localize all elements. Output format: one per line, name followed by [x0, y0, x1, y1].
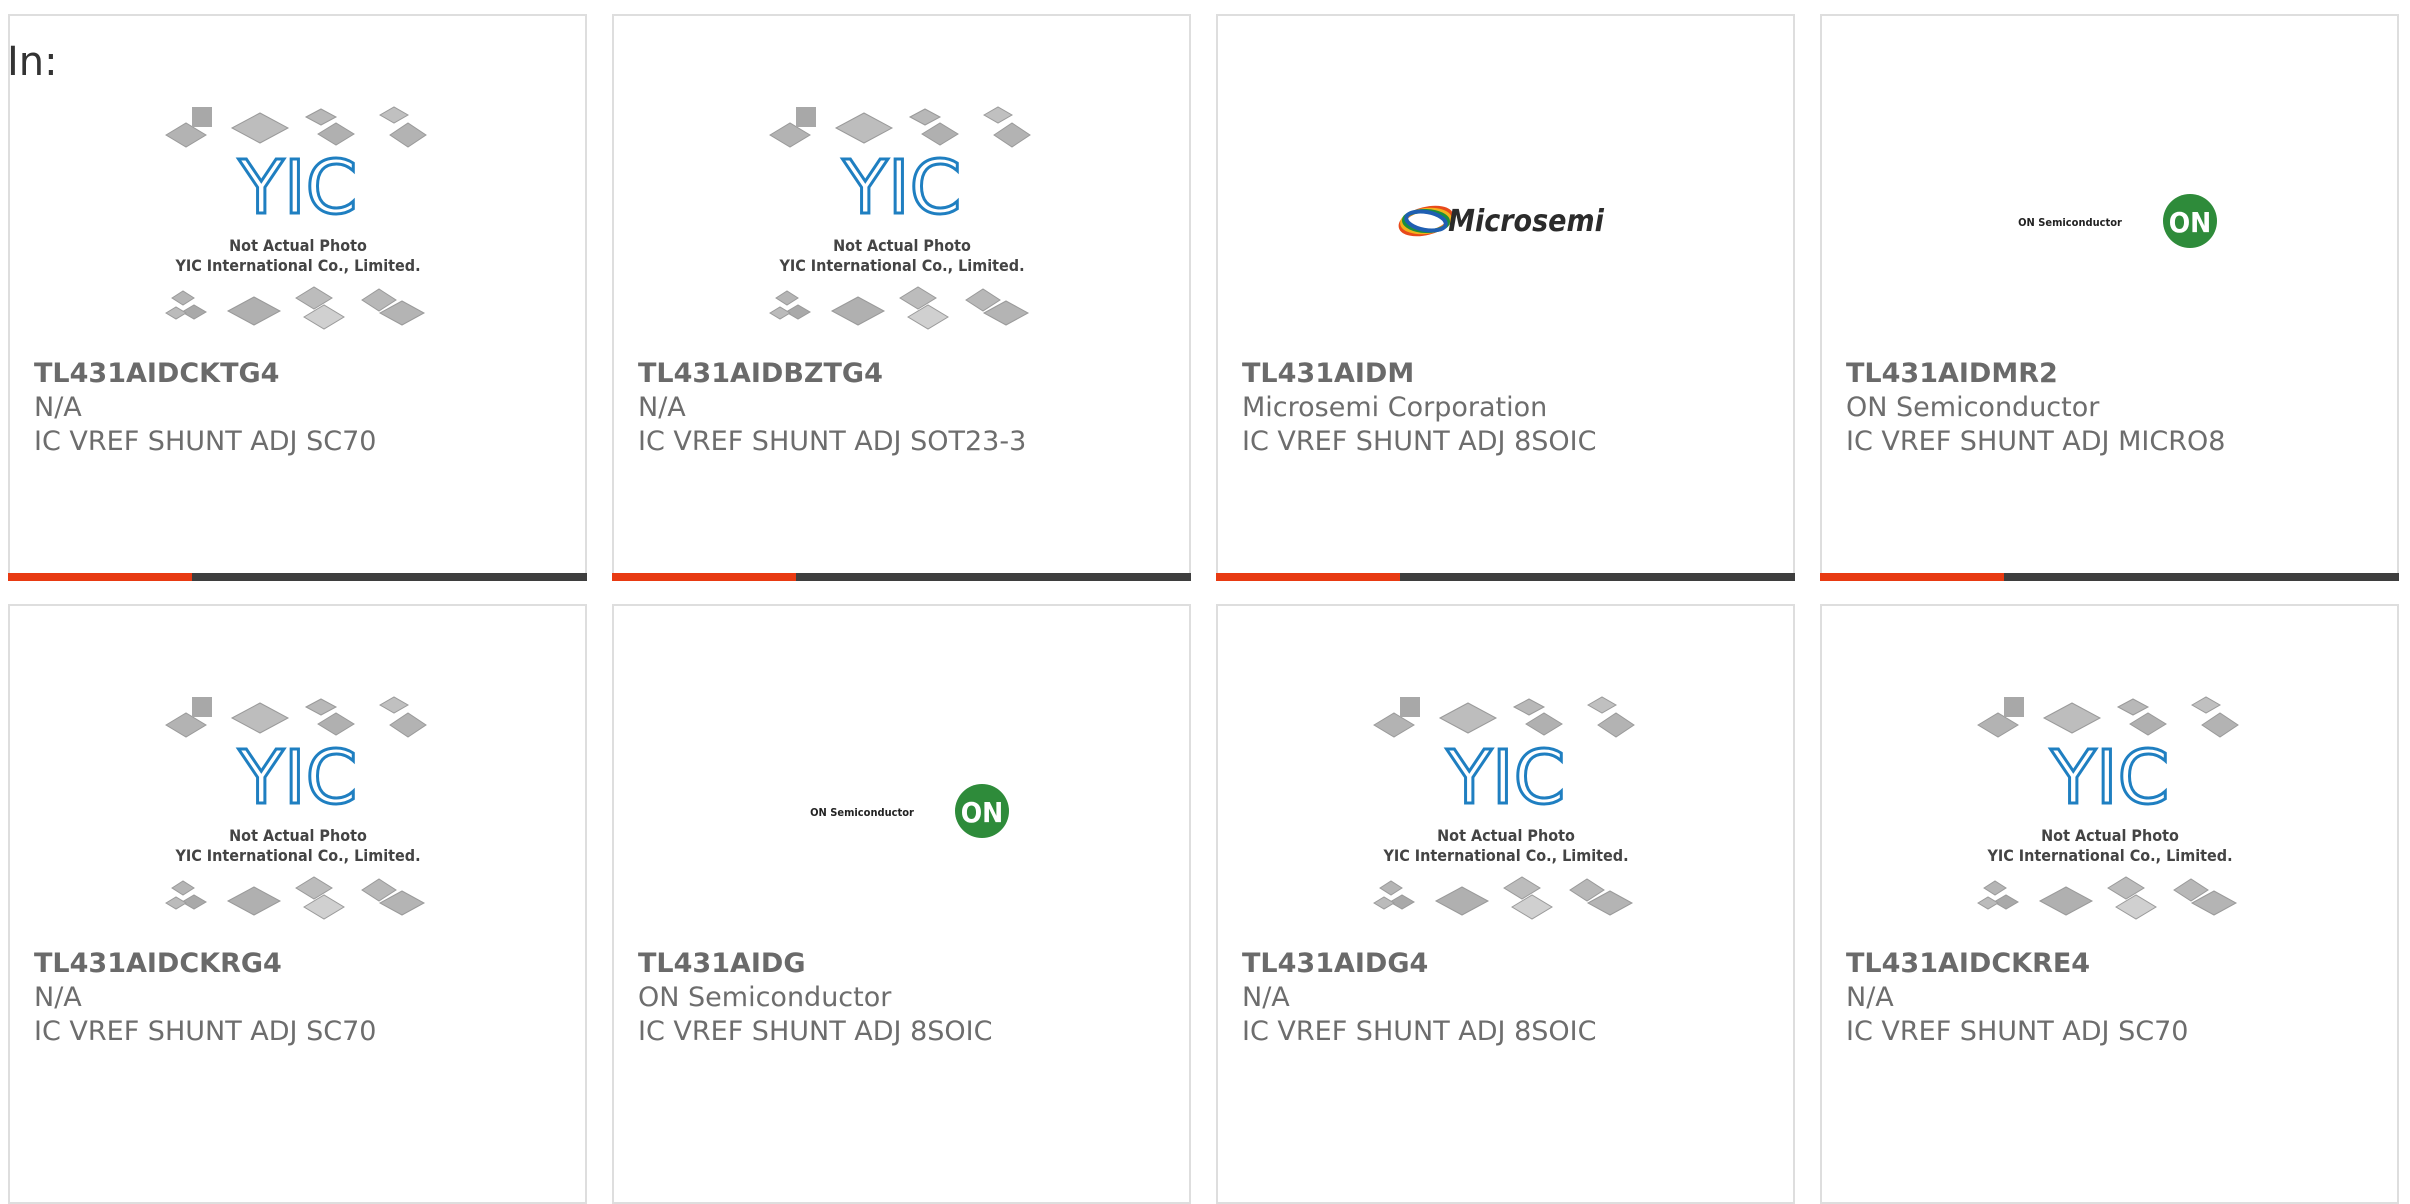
- product-image: YIC Not Actual Photo YIC International Co.…: [614, 96, 1189, 346]
- card-accent-bar: [8, 573, 192, 581]
- not-actual-photo-text: Not Actual Photo: [229, 826, 367, 845]
- description: IC VREF SHUNT ADJ 8SOIC: [638, 1016, 993, 1047]
- card-accent-bar: [612, 573, 796, 581]
- on-semi-wordmark: ON Semiconductor: [2018, 216, 2122, 229]
- microsemi-logo-text: Microsemi: [1448, 204, 1604, 239]
- description: IC VREF SHUNT ADJ SOT23-3: [638, 426, 1027, 457]
- manufacturer: N/A: [1242, 982, 1290, 1013]
- product-card[interactable]: YIC Not Actual Photo YIC International Co.…: [1820, 604, 2399, 1204]
- description: IC VREF SHUNT ADJ 8SOIC: [1242, 426, 1597, 457]
- part-number[interactable]: TL431AIDM: [1242, 357, 1596, 391]
- part-number[interactable]: TL431AIDCKTG4: [34, 357, 376, 391]
- on-semi-badge-text: ON: [960, 796, 1003, 829]
- description: IC VREF SHUNT ADJ SC70: [1846, 1016, 2189, 1047]
- part-number[interactable]: TL431AIDBZTG4: [638, 357, 1026, 391]
- manufacturer: N/A: [1846, 982, 1894, 1013]
- product-info: TL431AIDM Microsemi Corporation IC VREF …: [1242, 357, 1596, 459]
- product-grid-row-2: YIC Not Actual Photo YIC International Co.…: [8, 604, 2402, 1204]
- product-image: YIC Not Actual Photo YIC International Co.…: [10, 96, 585, 346]
- manufacturer: N/A: [638, 392, 686, 423]
- product-info: TL431AIDG4 N/A IC VREF SHUNT ADJ 8SOIC: [1242, 947, 1596, 1049]
- manufacturer: ON Semiconductor: [638, 982, 892, 1013]
- yic-logo-icon: YIC: [237, 145, 357, 231]
- manufacturer: ON Semiconductor: [1846, 392, 2100, 423]
- card-bottom-bar: [8, 573, 587, 581]
- card-accent-bar: [1216, 573, 1400, 581]
- yic-logo-icon: YIC: [1445, 735, 1565, 821]
- product-image: ON Semiconductor ON: [1822, 96, 2397, 346]
- product-image: YIC Not Actual Photo YIC International Co.…: [10, 686, 585, 936]
- description: IC VREF SHUNT ADJ MICRO8: [1846, 426, 2226, 457]
- not-actual-photo-text: Not Actual Photo: [833, 236, 971, 255]
- on-semi-wordmark: ON Semiconductor: [810, 806, 914, 819]
- part-number[interactable]: TL431AIDCKRE4: [1846, 947, 2188, 981]
- yic-logo-icon: YIC: [2049, 735, 2169, 821]
- not-actual-photo-text: Not Actual Photo: [1437, 826, 1575, 845]
- part-number[interactable]: TL431AIDMR2: [1846, 357, 2225, 391]
- product-info: TL431AIDBZTG4 N/A IC VREF SHUNT ADJ SOT2…: [638, 357, 1026, 459]
- yic-company-text: YIC International Co., Limited.: [174, 256, 420, 275]
- product-image: YIC Not Actual Photo YIC International Co.…: [1822, 686, 2397, 936]
- product-info: TL431AIDCKRG4 N/A IC VREF SHUNT ADJ SC70: [34, 947, 376, 1049]
- product-card[interactable]: YIC Not Actual Photo YIC International Co.…: [8, 14, 587, 581]
- manufacturer: Microsemi Corporation: [1242, 392, 1548, 423]
- card-bottom-bar: [1216, 573, 1795, 581]
- on-semi-badge-text: ON: [2168, 206, 2211, 239]
- description: IC VREF SHUNT ADJ 8SOIC: [1242, 1016, 1597, 1047]
- description: IC VREF SHUNT ADJ SC70: [34, 426, 377, 457]
- product-info: TL431AIDCKTG4 N/A IC VREF SHUNT ADJ SC70: [34, 357, 376, 459]
- product-card[interactable]: YIC Not Actual Photo YIC International Co.…: [8, 604, 587, 1204]
- product-info: TL431AIDMR2 ON Semiconductor IC VREF SHU…: [1846, 357, 2225, 459]
- microsemi-swirl-icon: [1398, 205, 1453, 237]
- manufacturer: N/A: [34, 982, 82, 1013]
- yic-logo-icon: YIC: [237, 735, 357, 821]
- product-card[interactable]: YIC Not Actual Photo YIC International Co.…: [1216, 604, 1795, 1204]
- part-number[interactable]: TL431AIDG: [638, 947, 992, 981]
- description: IC VREF SHUNT ADJ SC70: [34, 1016, 377, 1047]
- part-number[interactable]: TL431AIDG4: [1242, 947, 1596, 981]
- product-card[interactable]: ON Semiconductor ON TL431AIDG ON Semicond…: [612, 604, 1191, 1204]
- yic-company-text: YIC International Co., Limited.: [174, 846, 420, 865]
- yic-logo-icon: YIC: [841, 145, 961, 231]
- part-number[interactable]: TL431AIDCKRG4: [34, 947, 376, 981]
- product-info: TL431AIDCKRE4 N/A IC VREF SHUNT ADJ SC70: [1846, 947, 2188, 1049]
- filter-in-label: In:: [7, 39, 58, 85]
- not-actual-photo-text: Not Actual Photo: [229, 236, 367, 255]
- card-bottom-bar: [612, 573, 1191, 581]
- product-image: ON Semiconductor ON: [614, 686, 1189, 936]
- product-image: YIC Not Actual Photo YIC International Co.…: [1218, 686, 1793, 936]
- card-accent-bar: [1820, 573, 2004, 581]
- product-image: Microsemi: [1218, 96, 1793, 346]
- not-actual-photo-text: Not Actual Photo: [2041, 826, 2179, 845]
- manufacturer: N/A: [34, 392, 82, 423]
- product-card[interactable]: ON Semiconductor ON TL431AIDMR2 ON Semico…: [1820, 14, 2399, 581]
- yic-company-text: YIC International Co., Limited.: [1986, 846, 2232, 865]
- product-card[interactable]: YIC Not Actual Photo YIC International Co.…: [612, 14, 1191, 581]
- product-grid: YIC Not Actual Photo YIC International Co.…: [8, 14, 2402, 581]
- product-card[interactable]: Microsemi TL431AIDM Microsemi Corporatio…: [1216, 14, 1795, 581]
- yic-company-text: YIC International Co., Limited.: [1382, 846, 1628, 865]
- product-info: TL431AIDG ON Semiconductor IC VREF SHUNT…: [638, 947, 992, 1049]
- yic-company-text: YIC International Co., Limited.: [778, 256, 1024, 275]
- card-bottom-bar: [1820, 573, 2399, 581]
